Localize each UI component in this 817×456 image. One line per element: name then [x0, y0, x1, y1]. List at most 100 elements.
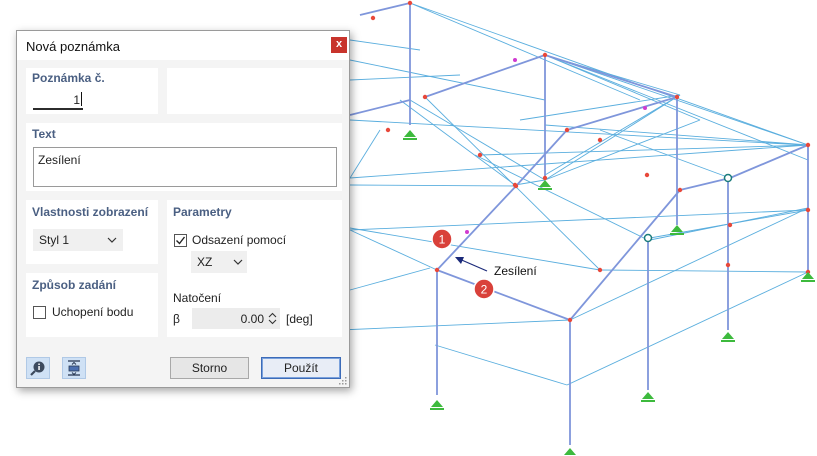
style-select-value: Styl 1: [39, 233, 70, 247]
structure-node: [434, 267, 440, 273]
structure-node: [597, 267, 603, 273]
empty-panel: [167, 68, 342, 114]
structure-node: [407, 0, 413, 6]
structure-supports: [403, 130, 815, 456]
chevron-down-icon: [233, 259, 243, 265]
display-properties-panel: Vlastnosti zobrazení Styl 1: [26, 200, 158, 264]
cancel-button[interactable]: Storno: [170, 357, 249, 379]
offset-plane-value: XZ: [197, 255, 213, 269]
chevron-down-icon: [107, 237, 117, 243]
bracing-member: [349, 129, 381, 179]
structure-node: [677, 187, 683, 193]
snap-point-label: Uchopení bodu: [52, 305, 134, 319]
structure-node: [385, 127, 391, 133]
structure-node: [567, 317, 573, 323]
structure-node: [370, 15, 376, 21]
spinner-icon[interactable]: [268, 312, 277, 325]
snap-point-checkbox[interactable]: [33, 306, 46, 319]
note-annotation-text: Zesílení: [494, 264, 537, 278]
support-icon: [641, 392, 655, 402]
frame-member: [544, 54, 678, 98]
structure-node: [727, 222, 733, 228]
bracing-member: [409, 2, 809, 146]
parameters-panel: Parametry Odsazení pomocí XZ Natočení β …: [167, 200, 342, 337]
structure-node: [644, 172, 650, 178]
bracing-member: [569, 207, 809, 321]
bracing-member: [349, 144, 809, 179]
support-icon: [670, 225, 684, 235]
parameters-heading: Parametry: [173, 205, 232, 219]
frame-member: [349, 99, 411, 116]
dialog-title: Nová poznámka: [26, 39, 120, 54]
beta-unit: [deg]: [286, 312, 313, 326]
beta-symbol: β: [173, 312, 180, 326]
input-method-panel: Způsob zadání Uchopení bodu: [26, 273, 158, 337]
close-button[interactable]: x: [331, 37, 347, 53]
text-cursor: [81, 92, 82, 106]
support-icon: [801, 272, 815, 282]
checkmark-icon: [176, 236, 186, 245]
info-search-icon: [30, 361, 45, 376]
structure-node: [805, 142, 811, 148]
note-number-panel: Poznámka č. 1: [26, 68, 158, 114]
workplane-icon: [68, 360, 80, 376]
bracing-member: [474, 154, 649, 241]
note-text-input[interactable]: Zesílení: [33, 147, 337, 187]
hinge-node: [643, 233, 653, 243]
beta-value: 0.00: [240, 312, 264, 326]
hinge-node: [723, 173, 733, 183]
structure-node: [805, 207, 811, 213]
support-icon: [538, 180, 552, 190]
structure-node: [512, 182, 518, 188]
style-select[interactable]: Styl 1: [33, 229, 123, 251]
info-search-button[interactable]: [26, 357, 50, 379]
marker-2: 2: [473, 278, 495, 300]
division-point: [465, 230, 469, 234]
dialog-titlebar[interactable]: Nová poznámka x: [17, 31, 349, 60]
offset-label: Odsazení pomocí: [192, 233, 287, 247]
marker-1-label: 1: [439, 233, 446, 247]
bracing-member: [349, 267, 431, 291]
support-icon: [430, 400, 444, 410]
offset-checkbox[interactable]: [174, 234, 187, 247]
support-icon: [403, 130, 417, 140]
note-number-heading: Poznámka č.: [32, 71, 105, 85]
structure-node: [725, 262, 731, 268]
bracing-member: [349, 209, 809, 231]
workplane-button[interactable]: [62, 357, 86, 379]
note-text-value: Zesílení: [38, 153, 81, 167]
text-heading: Text: [32, 127, 56, 141]
bracing-member: [544, 94, 681, 181]
bracing-member: [399, 99, 516, 186]
resize-grip-icon[interactable]: [339, 377, 347, 385]
frame-member: [566, 96, 678, 131]
bracing-member: [349, 119, 806, 146]
bracing-member: [434, 344, 568, 386]
structure-members: [339, 2, 811, 445]
structure-node: [597, 137, 603, 143]
bracing-member: [544, 94, 681, 176]
bracing-member: [566, 271, 809, 386]
bracing-member: [349, 229, 438, 271]
note-number-input[interactable]: 1: [33, 91, 83, 110]
support-icon: [563, 448, 577, 456]
frame-member: [359, 2, 411, 16]
structure-node: [422, 94, 428, 100]
offset-plane-select[interactable]: XZ: [191, 251, 247, 273]
structure-node: [477, 152, 483, 158]
input-method-heading: Způsob zadání: [32, 278, 116, 292]
bracing-member: [409, 2, 641, 101]
bracing-member: [409, 99, 546, 181]
support-icon: [721, 332, 735, 342]
apply-button[interactable]: Použít: [261, 357, 341, 379]
bracing-member: [339, 319, 571, 331]
beta-input[interactable]: 0.00: [192, 308, 280, 329]
division-point: [513, 58, 517, 62]
division-point: [643, 106, 647, 110]
text-panel: Text Zesílení: [26, 123, 342, 191]
frame-member: [436, 185, 517, 271]
structure-node: [542, 175, 548, 181]
frame-member: [679, 177, 731, 191]
new-note-dialog: Nová poznámka x Poznámka č. 1 Text Zesíl…: [16, 30, 350, 388]
marker-1: 1: [431, 228, 453, 250]
